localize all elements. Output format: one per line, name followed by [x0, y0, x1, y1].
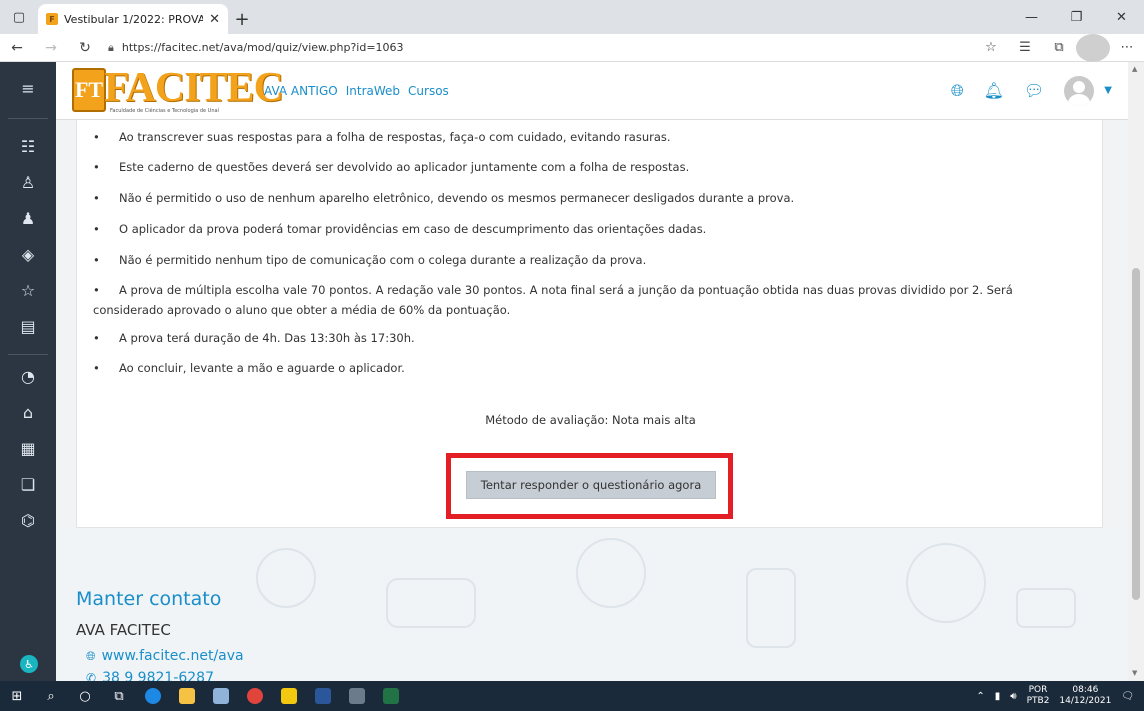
profile-icon[interactable]: [1076, 33, 1110, 62]
nav-link-intraweb[interactable]: IntraWeb: [346, 84, 400, 98]
user-icon[interactable]: ♙: [0, 164, 56, 200]
list-item: • Este caderno de questões deverá ser dev…: [93, 160, 690, 174]
graduation-cap-icon[interactable]: ⌬: [0, 502, 56, 538]
more-icon[interactable]: ⋯: [1110, 34, 1144, 62]
back-icon[interactable]: ←: [0, 34, 34, 62]
list-item: • Ao concluir, levante a mão e aguarde o …: [93, 361, 405, 375]
nav-link-cursos[interactable]: Cursos: [408, 84, 449, 98]
forward-icon[interactable]: →: [34, 34, 68, 62]
quiz-info-card: • Ao transcrever suas respostas para a fo…: [76, 120, 1103, 528]
windows-taskbar: ⊞ ⌕ ○ ⧉ ⌃ ▮ 🔊︎ POR PTB2 08:46 14/12/2021…: [0, 681, 1144, 711]
new-tab-button[interactable]: +: [228, 4, 256, 34]
chevron-down-icon: ▼: [1104, 85, 1112, 96]
attempt-quiz-button[interactable]: Tentar responder o questionário agora: [466, 471, 716, 499]
clock[interactable]: 08:46 14/12/2021: [1059, 685, 1111, 707]
menu-icon[interactable]: ≡: [0, 70, 56, 106]
star-icon[interactable]: ☆: [0, 272, 56, 308]
refresh-icon[interactable]: ↻: [68, 34, 102, 62]
address-bar: ← → ↻ 🔒︎ https://facitec.net/ava/mod/qui…: [0, 33, 1144, 62]
layers-icon[interactable]: ◈: [0, 236, 56, 272]
phone-icon: ✆: [86, 671, 97, 681]
footer-heading: Manter contato: [76, 588, 222, 610]
footer-brand: AVA FACITEC: [76, 621, 171, 639]
cortana-icon[interactable]: ○: [68, 681, 102, 711]
lock-icon: 🔒︎: [108, 40, 114, 54]
notifications-bell-icon[interactable]: 🔔︎: [984, 81, 1004, 100]
sidebar: ≡ ☷ ♙ ♟ ◈ ☆ ▤ ◔ ⌂ ▦ ❏ ⌬ ♿︎: [0, 62, 56, 681]
globe-icon: 🌐︎: [86, 649, 96, 663]
notifications-icon[interactable]: 🗨︎: [1121, 691, 1134, 702]
footer-website-link[interactable]: 🌐︎ www.facitec.net/ava: [86, 648, 244, 664]
url-text: https://facitec.net/ava/mod/quiz/view.ph…: [121, 41, 404, 54]
calendar-icon[interactable]: ▦: [0, 430, 56, 466]
url-field[interactable]: 🔒︎ https://facitec.net/ava/mod/quiz/view…: [102, 34, 974, 62]
language-icon[interactable]: 🌐︎: [951, 81, 964, 101]
notepad-icon[interactable]: [204, 681, 238, 711]
list-item: • A prova de múltipla escolha vale 70 pon…: [93, 283, 1013, 317]
favorites-icon[interactable]: ☰: [1008, 34, 1042, 62]
list-item: • Não é permitido o uso de nenhum aparelh…: [93, 191, 795, 205]
footer-phone[interactable]: ✆ 38 9 9821-6287: [86, 670, 214, 681]
edge-icon[interactable]: [136, 681, 170, 711]
avatar: [1064, 75, 1095, 106]
browser-tab[interactable]: F Vestibular 1/2022: PROVA ✕: [38, 4, 228, 34]
home-icon[interactable]: ⌂: [0, 394, 56, 430]
file-explorer-icon[interactable]: [170, 681, 204, 711]
page-scrollbar[interactable]: ▲ ▼: [1128, 62, 1144, 681]
facitec-logo[interactable]: FT FACITEC Faculdade de Ciências e Tecno…: [72, 66, 284, 116]
users-icon[interactable]: ♟: [0, 200, 56, 236]
volume-icon[interactable]: 🔊︎: [1010, 691, 1016, 702]
list-item: • A prova terá duração de 4h. Das 13:30h …: [93, 331, 415, 345]
site-navbar: FT FACITEC Faculdade de Ciências e Tecno…: [56, 62, 1128, 120]
site-footer: Manter contato AVA FACITEC 🌐︎ www.facitec…: [56, 528, 1128, 681]
files-icon[interactable]: ❏: [0, 466, 56, 502]
close-window-icon[interactable]: ✕: [1099, 0, 1144, 34]
windows-start-icon[interactable]: ⊞: [0, 681, 34, 711]
restore-icon[interactable]: ❐: [1054, 0, 1099, 34]
tab-actions-icon[interactable]: ▢: [0, 0, 38, 34]
grading-method: Método de avaliação: Nota mais alta: [485, 413, 696, 427]
dashboard-icon[interactable]: ◔: [0, 358, 56, 394]
close-tab-icon[interactable]: ✕: [209, 12, 220, 27]
messages-icon[interactable]: 💬︎: [1024, 81, 1044, 100]
task-view-icon[interactable]: ⧉: [102, 681, 136, 711]
search-icon[interactable]: ⌕: [34, 681, 68, 711]
network-icon[interactable]: ▮: [995, 691, 1001, 702]
system-tray: ⌃ ▮ 🔊︎ POR PTB2 08:46 14/12/2021 🗨︎: [976, 685, 1144, 707]
word-icon[interactable]: [306, 681, 340, 711]
language-indicator[interactable]: POR PTB2: [1027, 685, 1050, 707]
list-icon[interactable]: ☷: [0, 128, 56, 164]
collections-icon[interactable]: ⧉: [1042, 34, 1076, 62]
list-item: • O aplicador da prova poderá tomar provi…: [93, 222, 707, 236]
favorite-add-icon[interactable]: ☆: [974, 34, 1008, 62]
user-menu[interactable]: ▼: [1064, 75, 1112, 106]
show-hidden-icons-icon[interactable]: ⌃: [976, 691, 984, 702]
calculator-icon[interactable]: [340, 681, 374, 711]
book-icon[interactable]: ▤: [0, 308, 56, 344]
page-viewport: ≡ ☷ ♙ ♟ ◈ ☆ ▤ ◔ ⌂ ▦ ❏ ⌬ ♿︎ FT FACITEC Fa…: [0, 62, 1144, 681]
list-item: • Ao transcrever suas respostas para a fo…: [93, 130, 671, 144]
tab-title: Vestibular 1/2022: PROVA: [64, 12, 204, 26]
browser-tab-bar: ▢ F Vestibular 1/2022: PROVA ✕ + — ❐ ✕: [0, 0, 1144, 34]
chrome-icon[interactable]: [238, 681, 272, 711]
powerbi-icon[interactable]: [272, 681, 306, 711]
scrollbar-thumb[interactable]: [1132, 268, 1140, 600]
list-item: • Não é permitido nenhum tipo de comunica…: [93, 253, 647, 267]
minimize-icon[interactable]: —: [1009, 0, 1054, 34]
excel-icon[interactable]: [374, 681, 408, 711]
favicon-icon: F: [46, 13, 58, 25]
accessibility-icon[interactable]: ♿︎: [20, 655, 38, 673]
